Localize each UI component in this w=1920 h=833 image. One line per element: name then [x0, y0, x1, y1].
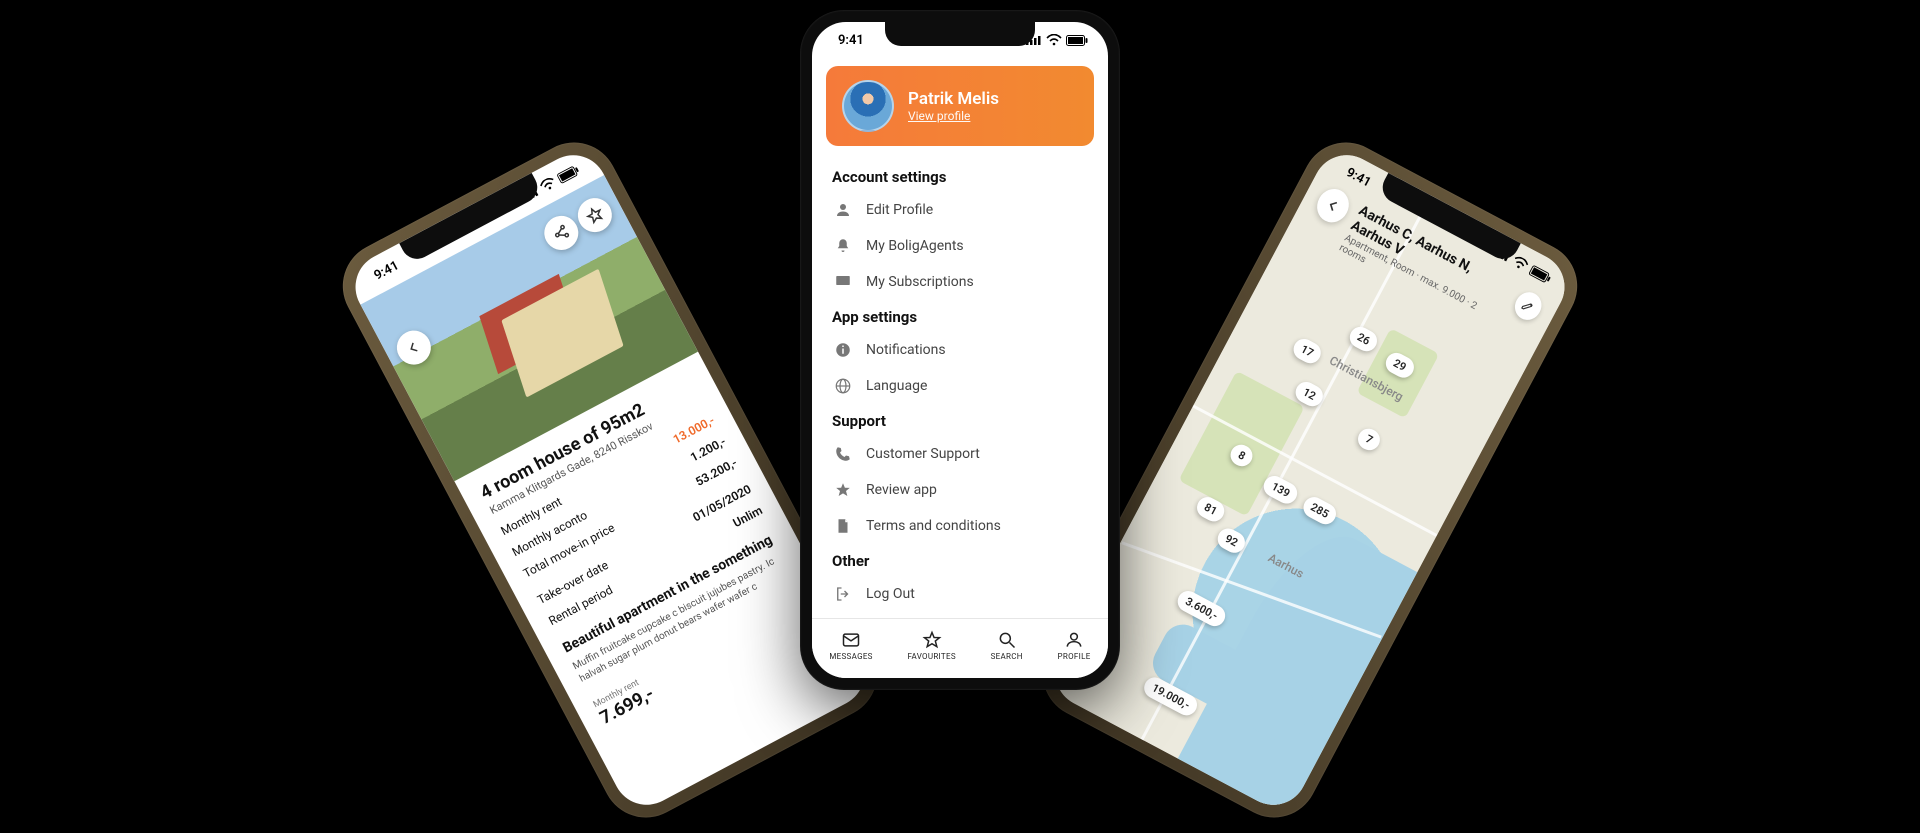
battery-icon	[1066, 35, 1088, 46]
screen-settings: 9:41 Patrik Melis View profile Account s…	[812, 22, 1108, 678]
info-icon	[834, 341, 852, 359]
row-label: Customer Support	[866, 446, 980, 462]
avatar	[842, 80, 894, 132]
tab-search[interactable]: SEARCH	[991, 630, 1023, 661]
notch	[885, 22, 1035, 46]
wifi-icon	[1510, 254, 1530, 272]
row-label: My BoligAgents	[866, 238, 964, 254]
row-label: Language	[866, 378, 927, 394]
document-icon	[834, 517, 852, 535]
view-profile-link[interactable]: View profile	[908, 109, 999, 123]
star-icon	[834, 481, 852, 499]
row-bolig-agents[interactable]: My BoligAgents	[812, 228, 1108, 264]
wifi-icon	[1046, 34, 1062, 46]
screen-map: Christiansbjerg Aarhus 26291712781392858…	[1044, 143, 1577, 816]
tab-favourites[interactable]: FAVOURITES	[907, 630, 955, 661]
row-review-app[interactable]: Review app	[812, 472, 1108, 508]
screen-listing: 9:41 4 room house	[344, 143, 877, 816]
map-cluster-marker[interactable]: 26	[1346, 323, 1381, 355]
row-notifications[interactable]: Notifications	[812, 332, 1108, 368]
row-label: Review app	[866, 482, 937, 498]
row-label: Log Out	[866, 586, 915, 602]
logout-icon	[834, 585, 852, 603]
tab-label: MESSAGES	[829, 652, 872, 661]
row-label: Notifications	[866, 342, 946, 358]
row-customer-support[interactable]: Customer Support	[812, 436, 1108, 472]
row-terms[interactable]: Terms and conditions	[812, 508, 1108, 544]
section-app-title: App settings	[812, 300, 1108, 332]
row-label: Edit Profile	[866, 202, 933, 218]
rental-period-value: Unlim	[731, 503, 765, 530]
status-time: 9:41	[838, 33, 864, 48]
row-log-out[interactable]: Log Out	[812, 576, 1108, 612]
row-edit-profile[interactable]: Edit Profile	[812, 192, 1108, 228]
tab-bar: MESSAGES FAVOURITES SEARCH PROFILE	[812, 618, 1108, 678]
wifi-icon	[538, 175, 558, 193]
phone-center: 9:41 Patrik Melis View profile Account s…	[800, 10, 1120, 690]
status-time: 9:41	[1344, 165, 1374, 190]
tab-label: SEARCH	[991, 652, 1023, 661]
row-label: Terms and conditions	[866, 518, 1001, 534]
tab-label: FAVOURITES	[907, 652, 955, 661]
section-other-title: Other	[812, 544, 1108, 576]
profile-card[interactable]: Patrik Melis View profile	[826, 66, 1094, 146]
tab-label: PROFILE	[1058, 652, 1091, 661]
section-support-title: Support	[812, 404, 1108, 436]
map-cluster-marker[interactable]: 17	[1290, 335, 1325, 367]
favourite-button[interactable]	[572, 192, 618, 238]
monitor-icon	[834, 273, 852, 291]
tab-messages[interactable]: MESSAGES	[829, 630, 872, 661]
globe-icon	[834, 377, 852, 395]
battery-icon	[1528, 264, 1553, 284]
row-language[interactable]: Language	[812, 368, 1108, 404]
profile-name: Patrik Melis	[908, 89, 999, 109]
row-label: My Subscriptions	[866, 274, 974, 290]
house-illustration	[502, 268, 624, 397]
row-subscriptions[interactable]: My Subscriptions	[812, 264, 1108, 300]
tab-profile[interactable]: PROFILE	[1058, 630, 1091, 661]
map-cluster-marker[interactable]: 285	[1299, 493, 1340, 528]
battery-icon	[556, 164, 581, 184]
bell-icon	[834, 237, 852, 255]
status-time: 9:41	[371, 258, 401, 283]
map-cluster-marker[interactable]: 7	[1354, 425, 1384, 454]
back-button[interactable]	[391, 325, 437, 371]
section-account-title: Account settings	[812, 160, 1108, 192]
status-indicators	[1026, 34, 1088, 46]
phone-icon	[834, 445, 852, 463]
user-icon	[834, 201, 852, 219]
